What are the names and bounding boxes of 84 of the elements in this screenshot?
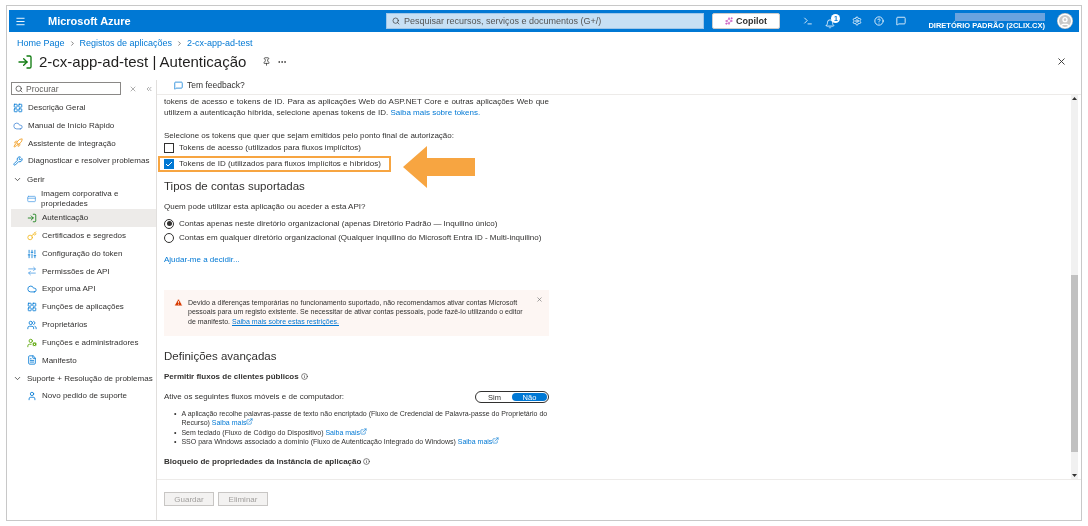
feedback-button[interactable]: Tem feedback? (174, 80, 245, 90)
sidebar-item[interactable]: Expor uma API (11, 280, 156, 299)
sidebar-item[interactable]: Funções de aplicações (11, 298, 156, 316)
sidebar-item[interactable]: Manifesto (11, 351, 156, 370)
checkbox-label: Tokens de acesso (utilizados para fluxos implícitos) (179, 143, 361, 153)
breadcrumb-link[interactable]: Registos de aplicações (79, 38, 173, 48)
sparkle-icon (725, 17, 733, 25)
help-link[interactable]: Ajudar-me a decidir... (164, 254, 240, 264)
section-heading: Tipos de contas suportadas (164, 179, 306, 192)
search-icon (15, 84, 23, 93)
chat-icon (174, 80, 183, 90)
setting-label: Permitir fluxos de clientes públicos (164, 372, 299, 381)
search-icon (392, 17, 400, 25)
sidebar-item[interactable]: Certificados e segredos (11, 226, 156, 245)
external-link-icon (492, 437, 500, 445)
external-link-icon (246, 418, 254, 426)
sidebar-item[interactable]: Descrição Geral (11, 99, 156, 117)
settings-icon[interactable] (852, 16, 863, 26)
question-text: Quem pode utilizar esta aplicação ou aceder a esta API? (164, 201, 367, 211)
breadcrumb-link[interactable]: 2-cx-app-ad-test (187, 38, 253, 48)
menu-icon[interactable] (15, 15, 26, 27)
pin-icon[interactable] (262, 57, 272, 66)
sidebar-item[interactable]: Autenticação (11, 209, 156, 227)
sidebar-item[interactable]: Imagem corporativa e propriedades (11, 188, 156, 210)
user-gear-icon (27, 337, 37, 348)
sidebar-item[interactable]: Funções e administradores (11, 333, 156, 352)
section-heading: Definições avançadas (164, 350, 278, 362)
rocket-icon (13, 138, 23, 149)
close-icon[interactable] (1056, 56, 1067, 67)
sidebar-item[interactable]: Permissões de API (11, 262, 156, 281)
card-icon (27, 193, 37, 204)
sidebar-group[interactable]: Suporte + Resolução de problemas (11, 369, 156, 388)
person-icon (1057, 13, 1073, 29)
chevron-icon (176, 39, 184, 47)
document-icon (27, 355, 37, 366)
learn-more-link[interactable]: Saiba mais sobre tokens. (390, 107, 481, 117)
app-icon (17, 53, 33, 70)
wrench-icon (13, 156, 23, 167)
key-icon (27, 230, 37, 241)
brand-name: Microsoft Azure (48, 15, 132, 27)
cloud-icon (13, 120, 23, 131)
sidebar-item[interactable]: Proprietários (11, 315, 156, 334)
checkbox[interactable] (164, 142, 174, 153)
search-field[interactable]: Pesquisar recursos, serviços e documentos (G+/) (386, 13, 704, 29)
search-field[interactable]: Procurar (11, 82, 121, 95)
sidebar-group[interactable]: Gerir (11, 170, 156, 188)
external-link-icon (360, 427, 368, 435)
sidebar-item[interactable]: Manual de Início Rápido (11, 116, 156, 135)
checkbox-label: Tokens de ID (utilizados para fluxos implícitos e híbridos) (179, 159, 381, 169)
help-icon[interactable] (874, 16, 885, 26)
sidebar-item[interactable]: Diagnosticar e resolver problemas (11, 152, 156, 171)
info-icon (363, 457, 371, 465)
sidebar-item[interactable]: Configuração do token (11, 244, 156, 263)
check-icon (165, 159, 173, 168)
checkbox[interactable] (164, 158, 174, 169)
intro-text: tokens de acesso e tokens de ID. Para as aplicações Web do ASP.NET Core e outras aplicações Web que utilizem a autenticação híbrida, selecione apenas tokens de ID. Saiba mais sobre tokens. (164, 97, 549, 119)
scrollbar-thumb[interactable] (1071, 275, 1078, 453)
breadcrumb-link[interactable]: Home Page (17, 38, 65, 48)
page-title: 2-cx-app-ad-test | Autenticação (39, 53, 247, 70)
grid-icon (27, 302, 37, 313)
setting-label: Bloqueio de propriedades da instância de aplicação (164, 456, 362, 466)
scroll-up-icon[interactable] (1072, 97, 1077, 100)
info-icon (300, 373, 308, 380)
feedback-icon[interactable] (896, 16, 907, 26)
search-input[interactable]: Pesquisar recursos, serviços e documentos (G+/) (404, 16, 698, 26)
radio-label: Contas em qualquer diretório organizacional (Qualquer inquilino do Microsoft Entra ID - Multi-inquilino) (179, 233, 542, 243)
warning-icon (174, 297, 183, 307)
sidebar-item[interactable]: Assistente de integração (11, 134, 156, 153)
users-icon (27, 319, 37, 330)
scrollbar[interactable] (1071, 95, 1078, 479)
arrows-icon (27, 266, 37, 277)
grid-icon (13, 102, 23, 113)
user-icon (27, 391, 37, 402)
flows-prompt: Ative os seguintes fluxos móveis e de computador: (164, 392, 345, 402)
scroll-down-icon[interactable] (1072, 474, 1077, 477)
avatar[interactable] (1057, 13, 1073, 29)
chevron-icon (68, 39, 76, 47)
enter-arrow-icon (27, 213, 37, 224)
copilot-button[interactable]: Copilot (712, 13, 780, 29)
cloud-icon (27, 284, 37, 295)
token-prompt: Selecione os tokens que quer que sejam emitidos pelo ponto final de autorização: (164, 130, 455, 140)
sidebar-item[interactable]: Novo pedido de suporte (11, 387, 156, 405)
radio-label: Contas apenas neste diretório organizacional (apenas Diretório Padrão — Inquilino único) (179, 219, 498, 229)
sliders-icon (27, 248, 37, 259)
